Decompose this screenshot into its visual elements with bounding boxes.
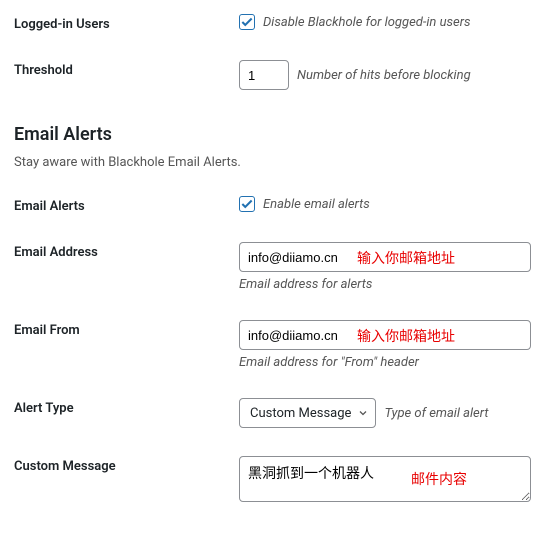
select-alert-type[interactable]: Custom Message	[239, 398, 376, 428]
annotation-custom-message: 邮件内容	[411, 469, 467, 489]
section-desc-email-alerts: Stay aware with Blackhole Email Alerts.	[0, 149, 537, 182]
annotation-email-address: 输入你邮箱地址	[357, 248, 455, 268]
checkbox-logged-in-users[interactable]	[239, 14, 255, 30]
checkbox-email-alerts[interactable]	[239, 196, 255, 212]
select-alert-type-value: Custom Message	[250, 406, 351, 421]
row-alert-type: Alert Type Custom Message Type of email …	[0, 384, 537, 442]
row-logged-in-users: Logged-in Users Disable Blackhole for lo…	[0, 0, 537, 46]
checkbox-label-email-alerts: Enable email alerts	[263, 197, 370, 212]
row-threshold: Threshold Number of hits before blocking	[0, 46, 537, 104]
label-alert-type: Alert Type	[14, 398, 239, 416]
label-email-from: Email From	[14, 320, 239, 338]
row-email-alerts: Email Alerts Enable email alerts	[0, 182, 537, 228]
label-email-address: Email Address	[14, 242, 239, 260]
row-custom-message: Custom Message 邮件内容	[0, 442, 537, 516]
section-heading-email-alerts: Email Alerts	[0, 104, 537, 149]
check-icon	[240, 197, 254, 211]
checkbox-label-logged-in-users: Disable Blackhole for logged-in users	[263, 15, 471, 30]
chevron-down-icon	[357, 407, 369, 419]
row-email-address: Email Address 输入你邮箱地址 Email address for …	[0, 228, 537, 306]
textarea-custom-message[interactable]	[239, 456, 531, 502]
label-custom-message: Custom Message	[14, 456, 239, 474]
check-icon	[240, 15, 254, 29]
label-threshold: Threshold	[14, 60, 239, 78]
row-email-from: Email From 输入你邮箱地址 Email address for "Fr…	[0, 306, 537, 384]
desc-alert-type: Type of email alert	[384, 406, 488, 421]
input-threshold[interactable]	[239, 60, 289, 90]
annotation-email-from: 输入你邮箱地址	[357, 326, 455, 346]
helper-email-from: Email address for "From" header	[239, 355, 537, 370]
desc-threshold: Number of hits before blocking	[297, 68, 471, 83]
label-email-alerts: Email Alerts	[14, 196, 239, 214]
helper-email-address: Email address for alerts	[239, 277, 537, 292]
label-logged-in-users: Logged-in Users	[14, 14, 239, 32]
